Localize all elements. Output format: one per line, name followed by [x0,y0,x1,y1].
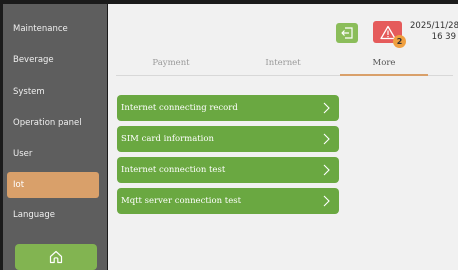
sidebar: Maintenance Beverage System Operation pa… [3,4,107,270]
sim-card-information-button[interactable]: SIM card information [117,126,339,152]
menu-label: Internet connection test [121,165,226,175]
mqtt-server-connection-test-button[interactable]: Mqtt server connection test [117,188,339,214]
active-tab-indicator [340,74,428,76]
time-label: 16 39 [431,32,456,42]
menu-label: Internet connecting record [121,103,238,113]
sidebar-item-user[interactable]: User [7,141,99,167]
date-label: 2025/11/28 [410,21,458,31]
menu-label: SIM card information [121,134,214,144]
logout-icon [341,27,353,39]
tab-bar: Payment Internet More [116,52,453,78]
sidebar-item-iot[interactable]: Iot [7,172,99,198]
menu-label: Mqtt server connection test [121,196,242,206]
sidebar-item-system[interactable]: System [7,79,99,105]
home-button[interactable] [15,244,97,270]
tab-internet[interactable]: Internet [228,52,338,74]
chevron-right-icon [323,164,330,176]
home-icon [49,250,63,264]
tab-payment[interactable]: Payment [116,52,226,74]
internet-connecting-record-button[interactable]: Internet connecting record [117,95,339,121]
sidebar-item-maintenance[interactable]: Maintenance [7,16,99,42]
datetime-display: 2025/11/28 16 39 [410,21,458,43]
chevron-right-icon [323,195,330,207]
logout-button[interactable] [336,23,358,43]
chevron-right-icon [323,133,330,145]
alarm-count-badge: 2 [393,35,406,48]
tab-more[interactable]: More [340,52,428,74]
main-panel: 2 2025/11/28 16 39 Payment Internet More… [108,4,458,270]
sidebar-item-operation-panel[interactable]: Operation panel [7,110,99,136]
screen: Maintenance Beverage System Operation pa… [0,0,458,270]
sidebar-item-language[interactable]: Language [7,202,99,228]
internet-connection-test-button[interactable]: Internet connection test [117,157,339,183]
chevron-right-icon [323,102,330,114]
sidebar-item-beverage[interactable]: Beverage [7,47,99,73]
